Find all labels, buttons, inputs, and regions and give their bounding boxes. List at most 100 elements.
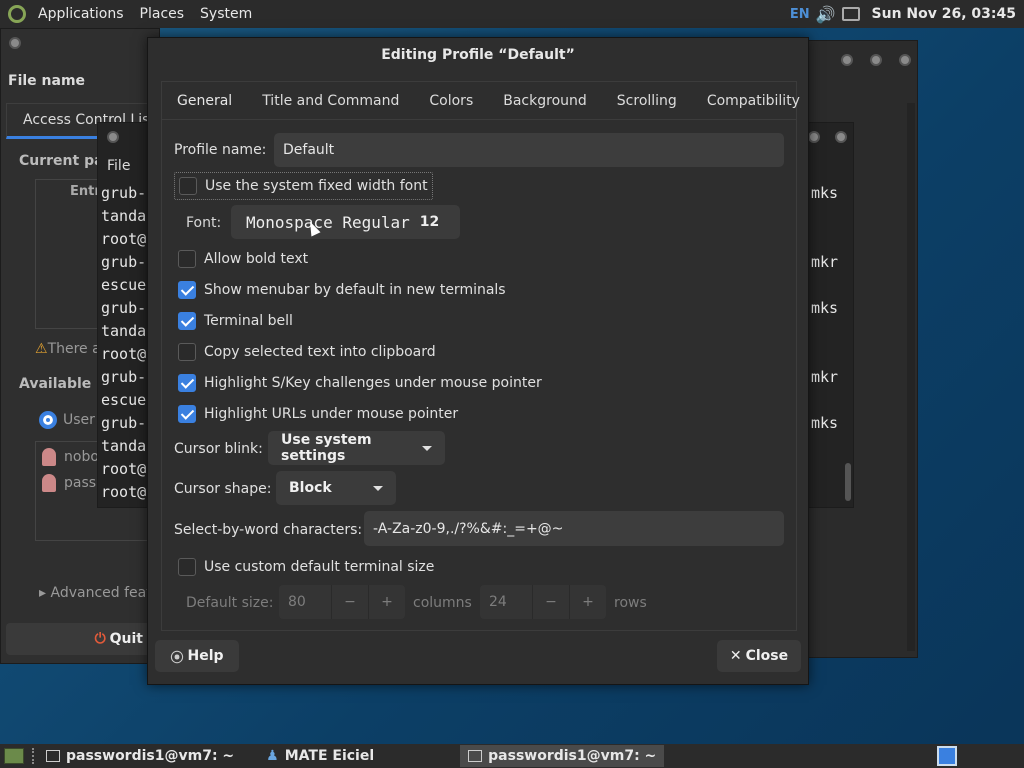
warning-icon: ⚠ [35, 341, 48, 357]
help-icon: ⦿ [170, 650, 184, 666]
taskbar-item-terminal-1[interactable]: passwordis1@vm7: ~ [38, 745, 242, 767]
terminal-line: root@ [101, 460, 147, 478]
terminal-bell-checkbox[interactable]: Terminal bell [178, 310, 293, 332]
window-maximize-icon[interactable] [835, 131, 847, 143]
general-panel: Profile name: Default Use the system fix… [161, 119, 797, 631]
chevron-down-icon [422, 445, 432, 451]
user-label: pass [64, 475, 97, 491]
clock[interactable]: Sun Nov 26, 03:45 [872, 6, 1016, 22]
cursor-blink-dropdown[interactable]: Use system settings [268, 431, 445, 465]
tab-compatibility[interactable]: Compatibility [692, 82, 815, 120]
select-word-input[interactable]: -A-Za-z0-9,./?%&#:_=+@~ [364, 511, 784, 546]
user-radio[interactable]: User [39, 411, 95, 429]
mate-logo-icon[interactable] [8, 5, 26, 23]
terminal-line: mkr [811, 368, 839, 386]
terminal-line: root@ [101, 230, 147, 248]
custom-size-label: Use custom default terminal size [204, 559, 435, 575]
radio-icon [39, 411, 57, 429]
advanced-label: Advanced featu [50, 585, 161, 601]
taskbar-label: MATE Eiciel [284, 748, 375, 764]
terminal-menu-file[interactable]: File [107, 158, 130, 174]
terminal-line: tanda [101, 207, 147, 225]
cursor-shape-label: Cursor shape: [174, 481, 272, 497]
list-item[interactable]: pass [42, 474, 96, 492]
terminal-output[interactable]: grub- tanda root@ grub- escue grub- tand… [101, 182, 146, 504]
terminal-line: root@ [101, 345, 147, 363]
minus-icon[interactable]: − [532, 585, 569, 619]
columns-spinner[interactable]: 80 − + [279, 585, 405, 619]
close-button[interactable]: ✕ Close [717, 640, 801, 672]
terminal-output-right: mks mkr mks mkr mks [811, 182, 838, 435]
rows-spinner[interactable]: 24 − + [480, 585, 606, 619]
highlight-urls-checkbox[interactable]: Highlight URLs under mouse pointer [178, 403, 458, 425]
warning-text: ⚠There a [35, 341, 101, 357]
show-menubar-checkbox[interactable]: Show menubar by default in new terminals [178, 279, 506, 301]
panel-separator [32, 748, 34, 764]
terminal-line: mks [811, 299, 839, 317]
window-close-icon[interactable] [107, 131, 119, 143]
scrollbar[interactable] [907, 103, 915, 651]
profile-name-input[interactable]: Default [274, 133, 784, 167]
checkbox-icon [178, 343, 196, 361]
tab-general[interactable]: General [162, 82, 248, 121]
tab-colors[interactable]: Colors [414, 82, 488, 120]
dialog-title: Editing Profile “Default” [381, 47, 575, 63]
tab-bar: General Title and Command Colors Backgro… [161, 81, 800, 121]
plus-icon[interactable]: + [368, 585, 405, 619]
plus-icon[interactable]: + [569, 585, 606, 619]
quit-label: Quit [109, 631, 143, 647]
terminal-line: escue [101, 391, 147, 409]
workspace-switcher[interactable] [937, 746, 957, 766]
terminal-line: mkr [811, 253, 839, 271]
network-icon[interactable] [841, 7, 860, 21]
cursor-shape-dropdown[interactable]: Block [276, 471, 396, 505]
cursor-shape-value: Block [289, 480, 332, 496]
terminal-scrollbar-thumb[interactable] [845, 463, 851, 501]
taskbar-item-eiciel[interactable]: ♟ MATE Eiciel [258, 745, 382, 767]
terminal-line: mks [811, 184, 839, 202]
terminal-line: escue [101, 276, 147, 294]
minimize-icon[interactable] [841, 54, 853, 66]
close-label: Close [745, 648, 789, 664]
system-menu[interactable]: System [192, 0, 260, 28]
custom-size-checkbox[interactable]: Use custom default terminal size [178, 556, 434, 578]
taskbar-label: passwordis1@vm7: ~ [66, 748, 235, 764]
file-name-label: File name [8, 73, 86, 89]
advanced-expander[interactable]: ▸ Advanced featu [39, 585, 161, 601]
places-menu[interactable]: Places [132, 0, 193, 28]
top-panel: Applications Places System EN 🔊 Sun Nov … [0, 0, 1024, 28]
allow-bold-checkbox[interactable]: Allow bold text [178, 248, 308, 270]
eiciel-icon: ♟ [266, 748, 279, 764]
checkbox-icon [178, 374, 196, 392]
show-desktop-icon[interactable] [4, 748, 24, 764]
close-icon[interactable] [899, 54, 911, 66]
taskbar-item-terminal-2[interactable]: passwordis1@vm7: ~ [460, 745, 665, 767]
tab-background[interactable]: Background [488, 82, 602, 120]
quit-icon: ⏻ [94, 631, 106, 647]
applications-menu[interactable]: Applications [30, 0, 132, 28]
terminal-line: grub- [101, 368, 147, 386]
profile-name-label: Profile name: [174, 142, 267, 158]
tab-scrolling[interactable]: Scrolling [602, 82, 692, 120]
use-system-font-checkbox[interactable]: Use the system fixed width font [174, 172, 433, 200]
window-close-icon[interactable] [9, 37, 21, 49]
minus-icon[interactable]: − [331, 585, 368, 619]
copy-selected-checkbox[interactable]: Copy selected text into clipboard [178, 341, 436, 363]
list-item[interactable]: nobo [42, 448, 99, 466]
warning-label: There a [47, 341, 101, 357]
terminal-icon [46, 750, 60, 762]
window-minimize-icon[interactable] [808, 131, 820, 143]
allow-bold-label: Allow bold text [204, 251, 309, 267]
volume-icon[interactable]: 🔊 [816, 5, 836, 24]
maximize-icon[interactable] [870, 54, 882, 66]
keyboard-layout-indicator[interactable]: EN [790, 7, 810, 22]
quit-button[interactable]: ⏻ Quit [6, 623, 161, 655]
select-word-label: Select-by-word characters: [174, 522, 363, 538]
tab-title-command[interactable]: Title and Command [247, 82, 414, 120]
columns-value[interactable]: 80 [279, 585, 331, 619]
font-button[interactable]: Monospace Regular 12 [231, 205, 460, 239]
use-system-font-label: Use the system fixed width font [205, 178, 428, 194]
rows-value[interactable]: 24 [480, 585, 532, 619]
highlight-skey-checkbox[interactable]: Highlight S/Key challenges under mouse p… [178, 372, 542, 394]
help-button[interactable]: ⦿ Help [155, 640, 239, 672]
